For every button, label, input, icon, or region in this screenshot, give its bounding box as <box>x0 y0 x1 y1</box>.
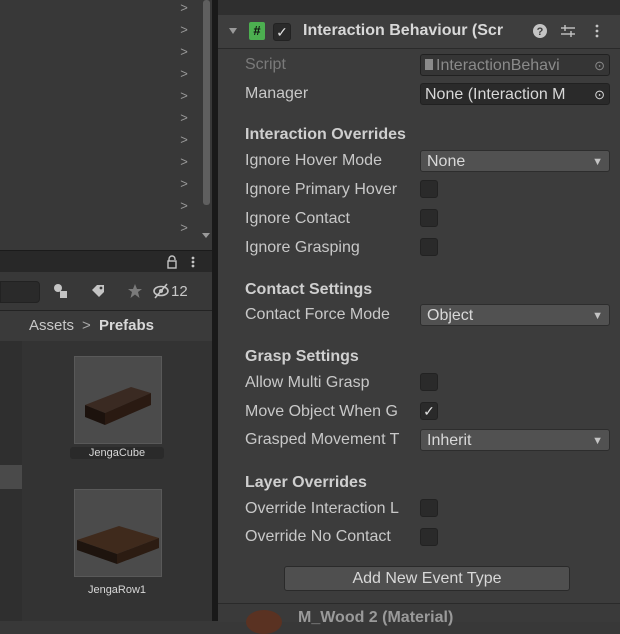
manager-label: Manager <box>245 85 309 102</box>
asset-thumbnail-jengacube[interactable] <box>74 356 162 444</box>
ignore-hover-mode-dropdown[interactable]: None ▼ <box>420 150 610 172</box>
script-hash-icon: # <box>249 22 265 40</box>
filter-by-type-icon[interactable] <box>53 283 69 299</box>
section-layer-overrides: Layer Overrides <box>245 474 367 491</box>
hidden-packages-count: 12 <box>171 283 188 300</box>
hierarchy-scroll-thumb[interactable] <box>203 0 210 205</box>
previous-component-footer <box>218 0 620 15</box>
section-contact-settings: Contact Settings <box>245 281 373 298</box>
manager-field[interactable]: None (Interaction M ⊙ <box>420 83 610 105</box>
grasped-movement-type-value: Inherit <box>427 432 472 449</box>
search-input[interactable] <box>0 281 40 303</box>
component-enabled-checkbox[interactable]: ✓ <box>273 23 291 41</box>
contact-force-mode-dropdown[interactable]: Object ▼ <box>420 304 610 326</box>
folder-tree-panel <box>0 341 22 621</box>
asset-label-jengarow1[interactable]: JengaRow1 <box>70 584 164 596</box>
script-file-icon <box>425 59 433 70</box>
expand-chevron-icon[interactable]: > <box>178 66 190 82</box>
object-picker-icon: ⊙ <box>594 58 605 73</box>
expand-chevron-icon[interactable]: > <box>178 110 190 126</box>
expand-chevron-icon[interactable]: > <box>178 154 190 170</box>
expand-chevron-icon[interactable]: > <box>178 22 190 38</box>
move-object-when-grasped-checkbox[interactable]: ✓ <box>420 402 438 420</box>
ignore-contact-label: Ignore Contact <box>245 210 350 227</box>
grasped-movement-type-label: Grasped Movement T <box>245 431 400 448</box>
project-panel-header <box>0 250 212 273</box>
breadcrumb-separator: > <box>82 317 91 334</box>
component-title: Interaction Behaviour (Scr <box>303 22 504 39</box>
ignore-grasping-label: Ignore Grasping <box>245 239 360 256</box>
scroll-down-arrow-icon[interactable] <box>201 232 211 240</box>
expand-chevron-icon[interactable]: > <box>178 198 190 214</box>
expand-chevron-icon[interactable]: > <box>178 88 190 104</box>
presets-sliders-icon[interactable] <box>560 24 576 38</box>
component-header: # ✓ Interaction Behaviour (Scr ? <box>218 15 620 49</box>
expand-chevron-icon[interactable]: > <box>178 132 190 148</box>
expand-chevron-icon[interactable]: > <box>178 44 190 60</box>
project-toolbar: 12 <box>0 272 212 311</box>
jenga-row-preview-icon <box>77 526 159 564</box>
ignore-hover-mode-value: None <box>427 153 466 170</box>
section-interaction-overrides: Interaction Overrides <box>245 126 406 143</box>
ignore-primary-hover-checkbox[interactable] <box>420 180 438 198</box>
ignore-hover-mode-label: Ignore Hover Mode <box>245 152 382 169</box>
folder-tree-selection[interactable] <box>0 465 22 489</box>
object-picker-icon[interactable]: ⊙ <box>592 84 605 104</box>
override-interaction-layer-label: Override Interaction L <box>245 500 399 517</box>
section-grasp-settings: Grasp Settings <box>245 348 359 365</box>
lock-icon[interactable] <box>166 255 178 269</box>
grasped-movement-type-dropdown[interactable]: Inherit ▼ <box>420 429 610 451</box>
component-menu-icon[interactable] <box>594 24 600 38</box>
jenga-cube-preview-icon <box>85 387 151 425</box>
breadcrumb-assets[interactable]: Assets <box>29 317 74 334</box>
script-label: Script <box>245 56 286 73</box>
ignore-contact-checkbox[interactable] <box>420 209 438 227</box>
favorite-star-icon[interactable] <box>127 283 143 299</box>
ignore-primary-hover-label: Ignore Primary Hover <box>245 181 398 198</box>
kebab-menu-icon[interactable] <box>190 255 196 269</box>
move-object-when-grasped-label: Move Object When G <box>245 403 398 420</box>
manager-field-value: None (Interaction M <box>425 86 566 103</box>
breadcrumb: Assets > Prefabs <box>0 311 212 341</box>
allow-multi-grasp-label: Allow Multi Grasp <box>245 374 370 391</box>
override-interaction-layer-checkbox[interactable] <box>420 499 438 517</box>
expand-chevron-icon[interactable]: > <box>178 0 190 16</box>
filter-by-label-icon[interactable] <box>90 283 106 299</box>
dropdown-arrow-icon: ▼ <box>592 310 603 322</box>
svg-text:?: ? <box>537 26 544 38</box>
contact-force-mode-label: Contact Force Mode <box>245 306 390 323</box>
help-icon[interactable]: ? <box>532 23 548 39</box>
expand-chevron-icon[interactable]: > <box>178 220 190 236</box>
override-no-contact-checkbox[interactable] <box>420 528 438 546</box>
hidden-packages-icon[interactable] <box>153 283 171 299</box>
hierarchy-panel: > > > > > > > > > > > <box>0 0 212 250</box>
script-field: InteractionBehavi ⊙ <box>420 54 610 76</box>
script-field-value: InteractionBehavi <box>436 57 560 74</box>
add-new-event-type-button[interactable]: Add New Event Type <box>284 566 570 591</box>
allow-multi-grasp-checkbox[interactable] <box>420 373 438 391</box>
expand-chevron-icon[interactable]: > <box>178 176 190 192</box>
breadcrumb-prefabs[interactable]: Prefabs <box>99 317 154 334</box>
asset-grid: JengaCube JengaRow1 <box>22 341 212 621</box>
next-component-header: M_Wood 2 (Material) <box>218 603 620 634</box>
override-no-contact-label: Override No Contact <box>245 528 391 545</box>
asset-thumbnail-jengarow1[interactable] <box>74 489 162 577</box>
next-component-title: M_Wood 2 (Material) <box>298 609 454 626</box>
dropdown-arrow-icon: ▼ <box>592 435 603 447</box>
ignore-grasping-checkbox[interactable] <box>420 238 438 256</box>
asset-label-jengacube[interactable]: JengaCube <box>70 447 164 459</box>
foldout-arrow-icon[interactable] <box>228 27 238 35</box>
material-preview-icon <box>246 610 282 634</box>
dropdown-arrow-icon: ▼ <box>592 156 603 168</box>
contact-force-mode-value: Object <box>427 307 474 324</box>
